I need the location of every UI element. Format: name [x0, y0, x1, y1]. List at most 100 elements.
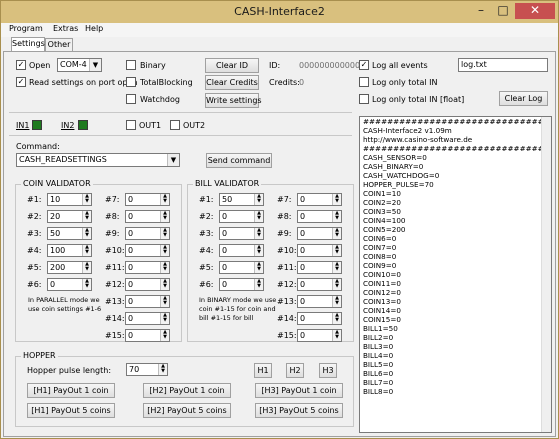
spin-arrows-icon[interactable]: ▲ ▼ — [332, 228, 341, 239]
spin-arrows-icon[interactable]: ▲ ▼ — [160, 262, 169, 273]
spin-arrows-icon[interactable]: ▲ ▼ — [332, 330, 341, 341]
bill-value-input[interactable]: 0 ▲ ▼ — [219, 227, 264, 240]
clear-id-button[interactable]: Clear ID — [205, 58, 259, 73]
watchdog-checkbox[interactable] — [126, 94, 136, 104]
clear-log-button[interactable]: Clear Log — [499, 91, 548, 106]
h3-button[interactable]: H3 — [319, 363, 337, 378]
bill-value-input[interactable]: 50 ▲ ▼ — [219, 193, 264, 206]
spin-arrows-icon[interactable]: ▲ ▼ — [82, 228, 91, 239]
coin-value-input[interactable]: 100 ▲ ▼ — [47, 244, 92, 257]
spin-arrows-icon[interactable]: ▲ ▼ — [160, 296, 169, 307]
spin-arrows-icon[interactable]: ▲ ▼ — [82, 211, 91, 222]
spin-arrows-icon[interactable]: ▲ ▼ — [158, 364, 167, 375]
spin-arrows-icon[interactable]: ▲ ▼ — [332, 262, 341, 273]
open-port-checkbox[interactable]: ✓ — [16, 60, 26, 70]
command-select[interactable]: CASH_READSETTINGS ▼ — [16, 153, 180, 167]
spin-arrows-icon[interactable]: ▲ ▼ — [254, 194, 263, 205]
spin-arrows-icon[interactable]: ▲ ▼ — [332, 313, 341, 324]
h3-payout-5-button[interactable]: [H3] PayOut 5 coins — [255, 403, 343, 418]
spin-arrows-icon[interactable]: ▲ ▼ — [160, 194, 169, 205]
out1-checkbox[interactable] — [126, 120, 136, 130]
bill-value-input[interactable]: 0 ▲ ▼ — [297, 312, 342, 325]
spin-arrows-icon[interactable]: ▲ ▼ — [332, 211, 341, 222]
close-button[interactable]: ✕ — [515, 3, 555, 19]
bill-value-input[interactable]: 0 ▲ ▼ — [297, 227, 342, 240]
coin-value-input[interactable]: 0 ▲ ▼ — [125, 227, 170, 240]
coin-value-input[interactable]: 0 ▲ ▼ — [125, 312, 170, 325]
log-total-in-checkbox[interactable] — [359, 77, 369, 87]
spin-arrows-icon[interactable]: ▲ ▼ — [160, 245, 169, 256]
log-scrollbar[interactable] — [541, 117, 551, 432]
bill-value-input[interactable]: 0 ▲ ▼ — [297, 295, 342, 308]
menu-help[interactable]: Help — [85, 24, 103, 33]
spin-arrows-icon[interactable]: ▲ ▼ — [332, 296, 341, 307]
spin-arrows-icon[interactable]: ▲ ▼ — [332, 245, 341, 256]
log-file-input[interactable]: log.txt — [458, 58, 548, 72]
coin-value-input[interactable]: 0 ▲ ▼ — [125, 261, 170, 274]
bill-value-input[interactable]: 0 ▲ ▼ — [219, 210, 264, 223]
spin-arrows-icon[interactable]: ▲ ▼ — [160, 211, 169, 222]
bill-value-input[interactable]: 0 ▲ ▼ — [297, 329, 342, 342]
spin-arrows-icon[interactable]: ▲ ▼ — [82, 245, 91, 256]
h3-payout-1-button[interactable]: [H3] PayOut 1 coin — [255, 383, 343, 398]
spin-arrows-icon[interactable]: ▲ ▼ — [160, 313, 169, 324]
separator — [9, 135, 352, 136]
h1-payout-5-button[interactable]: [H1] PayOut 5 coins — [27, 403, 115, 418]
spin-arrows-icon[interactable]: ▲ ▼ — [254, 211, 263, 222]
log-textarea[interactable]: ############################## CASH-Inter… — [359, 116, 552, 433]
coin-value-input[interactable]: 0 ▲ ▼ — [125, 244, 170, 257]
h1-button[interactable]: H1 — [254, 363, 272, 378]
h2-button[interactable]: H2 — [286, 363, 304, 378]
com-port-select[interactable]: COM-4 ▼ — [57, 58, 102, 72]
coin-value-input[interactable]: 0 ▲ ▼ — [125, 278, 170, 291]
h2-payout-5-button[interactable]: [H2] PayOut 5 coins — [143, 403, 231, 418]
bill-value-input[interactable]: 0 ▲ ▼ — [297, 210, 342, 223]
menu-extras[interactable]: Extras — [53, 24, 78, 33]
spin-arrows-icon[interactable]: ▲ ▼ — [254, 262, 263, 273]
total-blocking-checkbox[interactable] — [126, 77, 136, 87]
spin-arrows-icon[interactable]: ▲ ▼ — [254, 279, 263, 290]
bill-value-input[interactable]: 0 ▲ ▼ — [219, 244, 264, 257]
spin-arrows-icon[interactable]: ▲ ▼ — [160, 279, 169, 290]
menu-program[interactable]: Program — [9, 24, 43, 33]
spin-arrows-icon[interactable]: ▲ ▼ — [332, 194, 341, 205]
spin-arrows-icon[interactable]: ▲ ▼ — [82, 279, 91, 290]
clear-credits-button[interactable]: Clear Credits — [205, 75, 259, 90]
coin-value-input[interactable]: 0 ▲ ▼ — [47, 278, 92, 291]
h1-payout-1-button[interactable]: [H1] PayOut 1 coin — [27, 383, 115, 398]
coin-value-input[interactable]: 0 ▲ ▼ — [125, 210, 170, 223]
read-settings-checkbox[interactable]: ✓ — [16, 77, 26, 87]
binary-checkbox[interactable] — [126, 60, 136, 70]
spin-arrows-icon[interactable]: ▲ ▼ — [254, 228, 263, 239]
bill-value-input[interactable]: 0 ▲ ▼ — [297, 278, 342, 291]
tab-other[interactable]: Other — [45, 38, 73, 51]
spin-arrows-icon[interactable]: ▲ ▼ — [254, 245, 263, 256]
coin-value-input[interactable]: 200 ▲ ▼ — [47, 261, 92, 274]
spin-arrows-icon[interactable]: ▲ ▼ — [160, 330, 169, 341]
coin-value-input[interactable]: 0 ▲ ▼ — [125, 193, 170, 206]
coin-value-input[interactable]: 50 ▲ ▼ — [47, 227, 92, 240]
out2-checkbox[interactable] — [170, 120, 180, 130]
bill-value-input[interactable]: 0 ▲ ▼ — [219, 261, 264, 274]
bill-value-input[interactable]: 0 ▲ ▼ — [219, 278, 264, 291]
bill-value-input[interactable]: 0 ▲ ▼ — [297, 261, 342, 274]
spin-arrows-icon[interactable]: ▲ ▼ — [332, 279, 341, 290]
bill-value-input[interactable]: 0 ▲ ▼ — [297, 193, 342, 206]
spin-arrows-icon[interactable]: ▲ ▼ — [82, 262, 91, 273]
maximize-button[interactable]: □ — [492, 3, 514, 19]
h2-payout-1-button[interactable]: [H2] PayOut 1 coin — [143, 383, 231, 398]
send-command-button[interactable]: Send command — [206, 153, 272, 168]
coin-value-input[interactable]: 0 ▲ ▼ — [125, 329, 170, 342]
spin-arrows-icon[interactable]: ▲ ▼ — [160, 228, 169, 239]
write-settings-button[interactable]: Write settings — [205, 93, 262, 108]
log-all-events-checkbox[interactable]: ✓ — [359, 60, 369, 70]
spin-arrows-icon[interactable]: ▲ ▼ — [82, 194, 91, 205]
coin-value-input[interactable]: 10 ▲ ▼ — [47, 193, 92, 206]
hopper-pulse-input[interactable]: 70 ▲ ▼ — [126, 363, 168, 376]
log-total-in-float-checkbox[interactable] — [359, 94, 369, 104]
minimize-button[interactable]: – — [470, 3, 492, 19]
bill-value-input[interactable]: 0 ▲ ▼ — [297, 244, 342, 257]
coin-value-input[interactable]: 0 ▲ ▼ — [125, 295, 170, 308]
coin-value-input[interactable]: 20 ▲ ▼ — [47, 210, 92, 223]
tab-settings[interactable]: Settings — [11, 37, 45, 51]
